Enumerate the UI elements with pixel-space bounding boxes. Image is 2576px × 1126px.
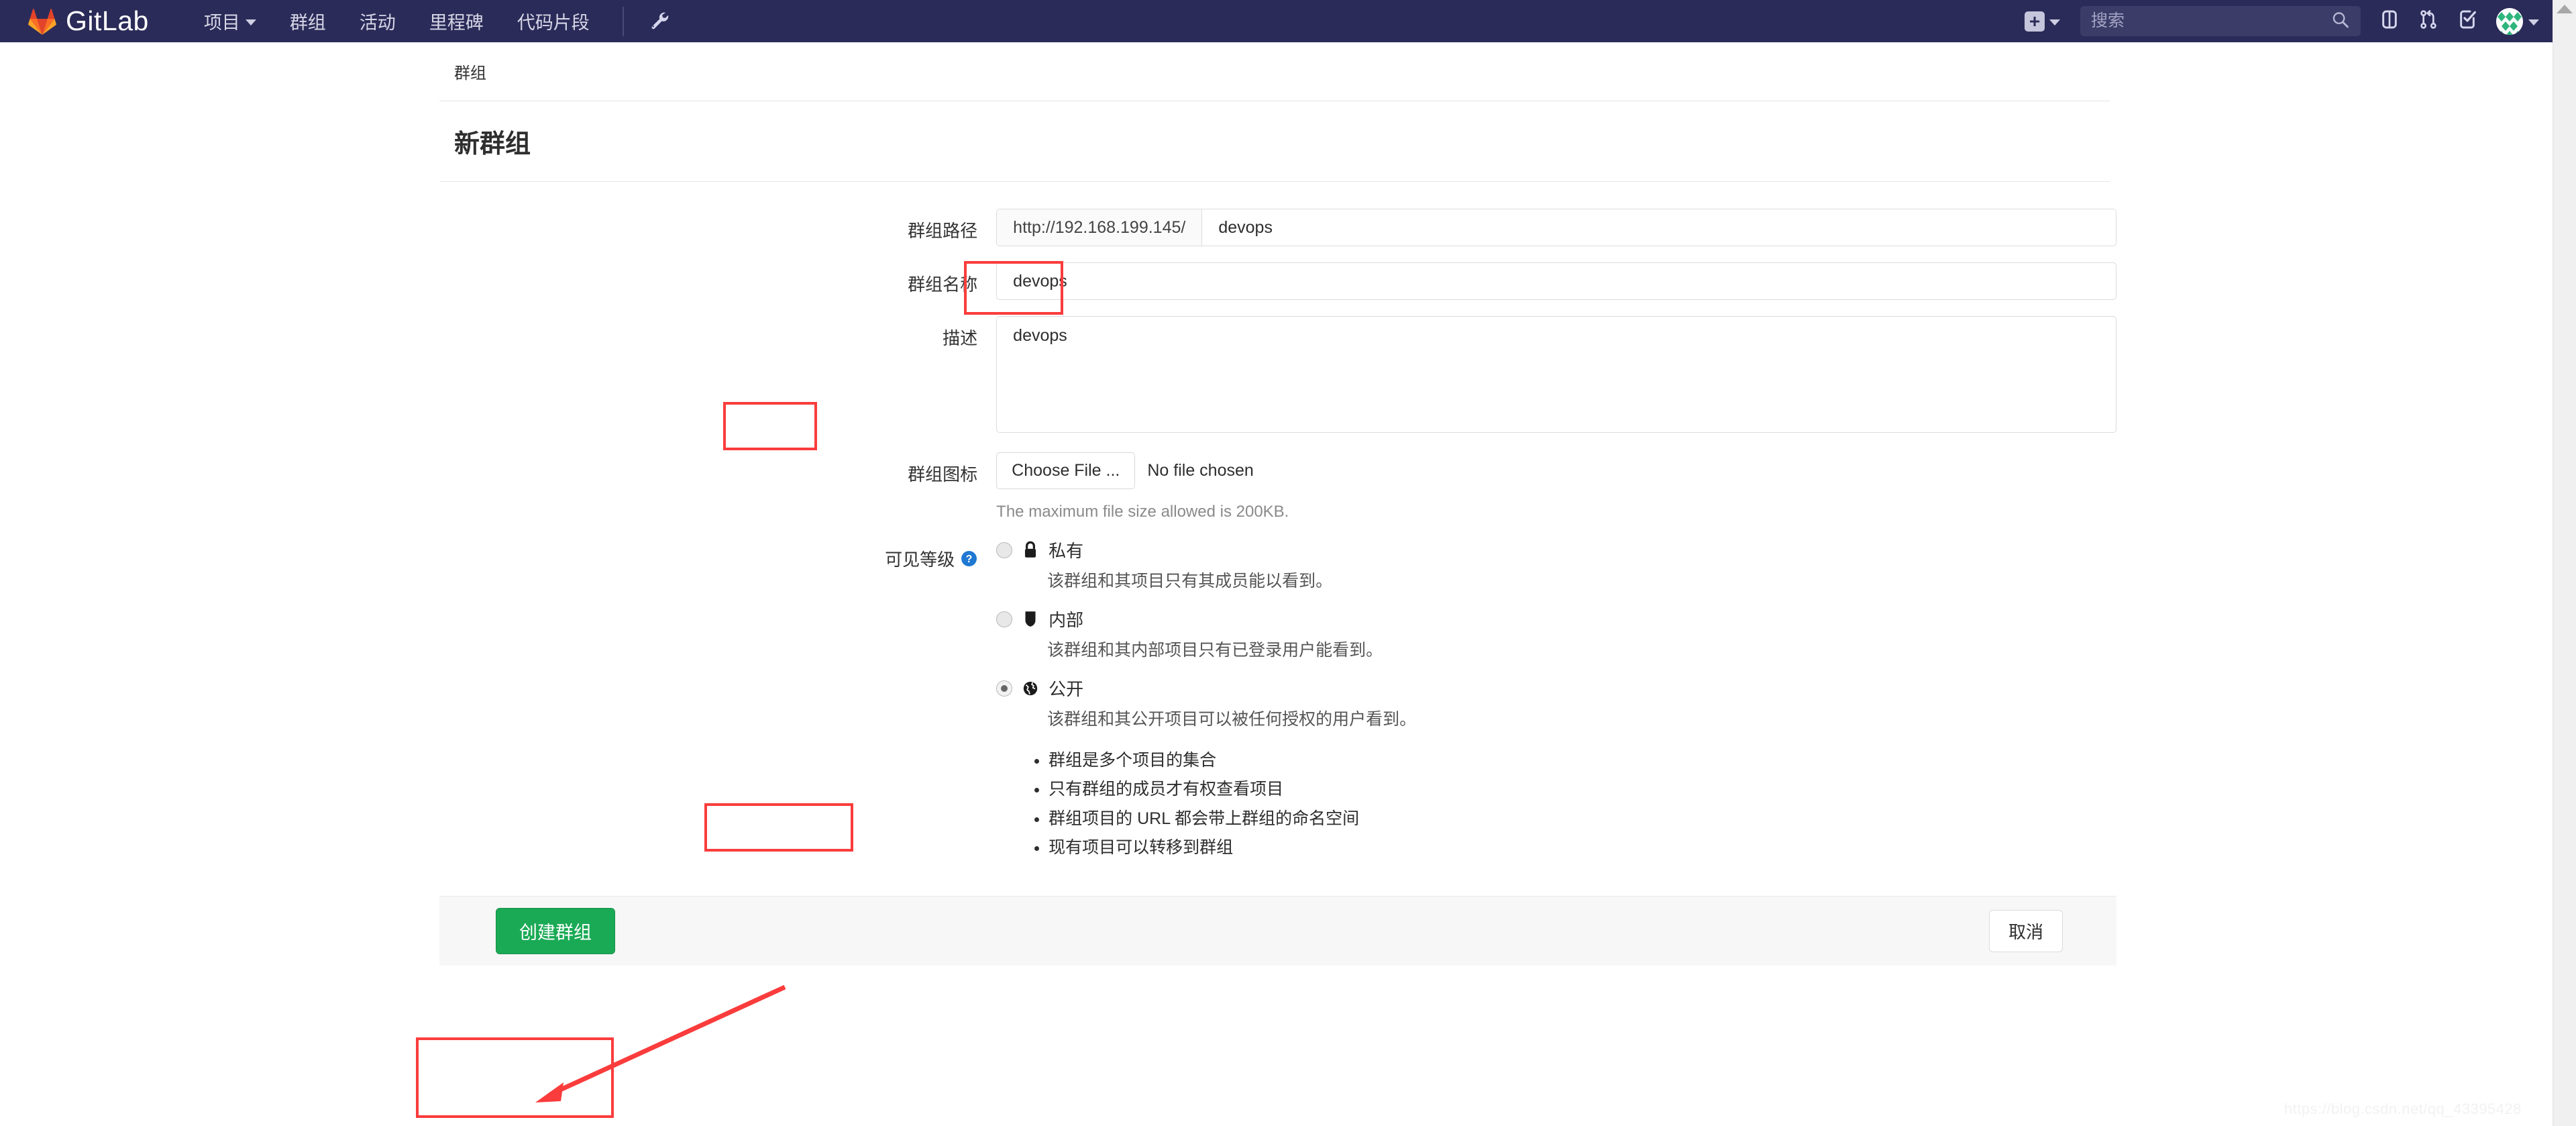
group-description-field: [996, 316, 2116, 436]
group-name-field: [996, 262, 2116, 300]
form-row-visibility: 可见等级 ? 私有 该群组和其项目只有其成员能以看到。 内部 该群组和其内部项目…: [439, 538, 2116, 866]
annotation-arrow: [535, 984, 786, 1103]
search-input[interactable]: [2080, 6, 2361, 36]
breadcrumb[interactable]: 群组: [439, 42, 2116, 83]
lock-icon: [1022, 540, 1039, 560]
avatar: [2496, 7, 2523, 35]
visibility-internal-head[interactable]: 内部: [996, 607, 2116, 631]
scroll-up-arrow-icon[interactable]: [2557, 5, 2573, 13]
globe-icon: [1022, 678, 1039, 699]
visibility-option-internal[interactable]: 内部 该群组和其内部项目只有已登录用户能看到。: [996, 607, 2116, 661]
choose-file-button[interactable]: Choose File ...: [996, 452, 1136, 489]
annotation-box-create-button: [416, 1037, 614, 1118]
wrench-icon: [647, 9, 669, 34]
new-group-form: 群组路径 http://192.168.199.145/ 群组名称 描述: [439, 209, 2116, 966]
radio-public[interactable]: [996, 680, 1013, 697]
visibility-private-desc: 该群组和其项目只有其成员能以看到。: [1047, 572, 1333, 591]
issues-button[interactable]: [2371, 3, 2408, 40]
watermark-text: https://blog.csdn.net/qq_43395428: [2284, 1101, 2522, 1117]
list-item: 现有项目可以转移到群组: [1049, 837, 2116, 858]
visibility-internal-desc: 该群组和其内部项目只有已登录用户能看到。: [1047, 641, 1383, 660]
create-group-button[interactable]: 创建群组: [496, 908, 615, 954]
gitlab-brand-link[interactable]: GitLab: [28, 7, 149, 36]
file-chooser-row: Choose File ... No file chosen: [996, 452, 2116, 489]
shield-icon: [1022, 609, 1039, 629]
nav-item-milestones[interactable]: 里程碑: [413, 0, 500, 42]
form-row-name: 群组名称: [439, 262, 2116, 300]
group-description-textarea[interactable]: [996, 316, 2116, 433]
page-body: 群组 新群组 群组路径 http://192.168.199.145/ 群组名称: [0, 42, 2553, 1126]
content-container: 群组 新群组 群组路径 http://192.168.199.145/ 群组名称: [439, 42, 2116, 966]
file-status-text: No file chosen: [1147, 461, 1254, 480]
list-item: 群组项目的 URL 都会带上群组的命名空间: [1049, 809, 2116, 829]
page-scrollbar[interactable]: [2553, 0, 2576, 1126]
form-actions-bar: 创建群组 取消: [439, 896, 2116, 966]
group-path-label: 群组路径: [908, 221, 978, 241]
visibility-label-wrap: 可见等级 ?: [439, 538, 996, 571]
list-item: 只有群组的成员才有权查看项目: [1049, 779, 2116, 800]
top-navbar: GitLab 项目 群组 活动 里程碑 代码片段 +: [0, 0, 2553, 42]
nav-item-milestones-label: 里程碑: [429, 13, 484, 33]
merge-requests-button[interactable]: [2410, 3, 2447, 40]
nav-item-activity-label: 活动: [359, 13, 396, 33]
visibility-option-private[interactable]: 私有 该群组和其项目只有其成员能以看到。: [996, 538, 2116, 592]
new-item-dropdown[interactable]: +: [2017, 11, 2068, 32]
visibility-public-head[interactable]: 公开: [996, 676, 2116, 701]
visibility-internal-label: 内部: [1049, 610, 1084, 630]
visibility-option-public[interactable]: 公开 该群组和其公开项目可以被任何授权的用户看到。: [996, 676, 2116, 730]
chevron-down-icon: [2049, 19, 2060, 25]
nav-item-snippets-label: 代码片段: [517, 13, 590, 33]
chevron-down-icon: [245, 19, 256, 25]
group-path-input[interactable]: [1202, 209, 2116, 246]
group-path-field: http://192.168.199.145/: [996, 209, 2116, 246]
radio-private[interactable]: [996, 542, 1013, 558]
visibility-label: 可见等级: [885, 550, 955, 570]
form-row-description: 描述: [439, 316, 2116, 436]
nav-item-projects[interactable]: 项目: [187, 0, 273, 42]
page-title: 新群组: [454, 130, 531, 158]
group-path-input-group: http://192.168.199.145/: [996, 209, 2116, 246]
radio-internal[interactable]: [996, 611, 1013, 627]
cancel-button[interactable]: 取消: [1988, 910, 2063, 952]
navbar-right-group: +: [2017, 3, 2539, 40]
group-name-input[interactable]: [996, 262, 2116, 300]
nav-divider: [622, 6, 624, 36]
svg-text:?: ?: [966, 554, 973, 565]
group-avatar-field: Choose File ... No file chosen The maxim…: [996, 452, 2116, 521]
visibility-public-label: 公开: [1049, 679, 1084, 699]
nav-item-projects-label: 项目: [203, 13, 240, 33]
avatar-size-hint: The maximum file size allowed is 200KB.: [996, 503, 1289, 521]
group-name-label: 群组名称: [908, 274, 978, 295]
group-path-prefix: http://192.168.199.145/: [997, 209, 1203, 246]
nav-item-activity[interactable]: 活动: [343, 0, 413, 42]
brand-name: GitLab: [66, 5, 149, 36]
title-divider: [439, 181, 2110, 182]
merge-requests-icon: [2418, 9, 2439, 34]
nav-item-groups-label: 群组: [289, 13, 326, 33]
nav-item-snippets[interactable]: 代码片段: [500, 0, 606, 42]
gitlab-logo-icon: [28, 7, 56, 36]
search-box[interactable]: [2080, 6, 2361, 36]
group-description-label: 描述: [943, 328, 978, 348]
form-row-path: 群组路径 http://192.168.199.145/: [439, 209, 2116, 246]
visibility-public-desc: 该群组和其公开项目可以被任何授权的用户看到。: [1047, 710, 1417, 729]
nav-item-groups[interactable]: 群组: [273, 0, 343, 42]
form-row-avatar: 群组图标 Choose File ... No file chosen The …: [439, 452, 2116, 521]
chevron-down-icon: [2528, 19, 2539, 25]
admin-area-button[interactable]: [640, 3, 676, 40]
group-info-bullets: 群组是多个项目的集合 只有群组的成员才有权查看项目 群组项目的 URL 都会带上…: [996, 750, 2116, 858]
visibility-private-head[interactable]: 私有: [996, 538, 2116, 562]
issues-icon: [2379, 9, 2400, 34]
help-circle-icon[interactable]: ?: [961, 550, 977, 567]
primary-nav: 项目 群组 活动 里程碑 代码片段: [187, 0, 676, 42]
visibility-options: 私有 该群组和其项目只有其成员能以看到。 内部 该群组和其内部项目只有已登录用户…: [996, 538, 2116, 866]
user-menu[interactable]: [2496, 7, 2539, 35]
list-item: 群组是多个项目的集合: [1049, 750, 2116, 771]
visibility-private-label: 私有: [1049, 541, 1084, 561]
plus-icon: +: [2025, 11, 2045, 32]
group-avatar-label: 群组图标: [908, 464, 978, 484]
todos-button[interactable]: [2449, 3, 2485, 40]
todos-icon: [2457, 9, 2478, 34]
